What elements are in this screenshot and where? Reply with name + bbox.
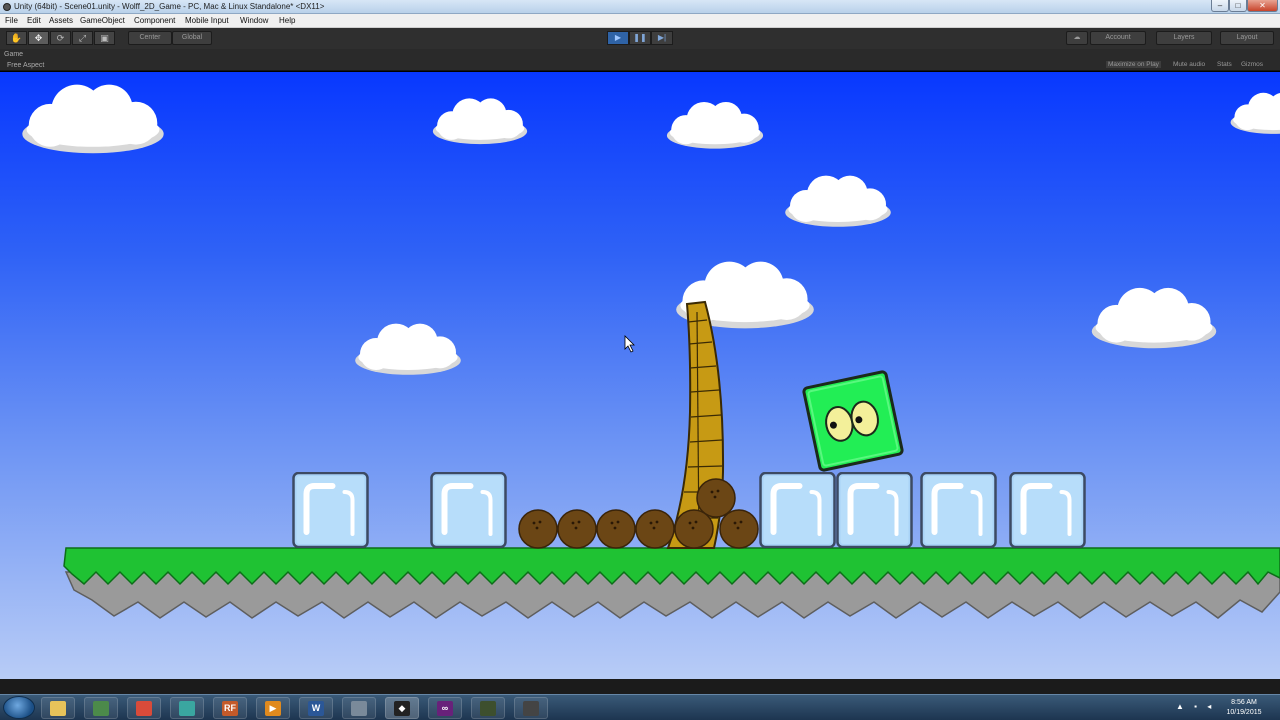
coconut: [557, 509, 597, 549]
gizmos-dropdown[interactable]: Gizmos: [1241, 61, 1263, 68]
windows-taskbar: RF ▶ W ◆ ∞ ▲ ▪ ◂ 8:56 AM 10/19/2015: [0, 694, 1280, 720]
menu-window[interactable]: Window: [240, 16, 268, 25]
editor-toolbar: ✋ ✥ ⟳ ⤢ ▣ Center Global ▶ ❚❚ ▶| ☁ Accoun…: [0, 28, 1280, 49]
stats-toggle[interactable]: Stats: [1217, 61, 1232, 68]
menu-file[interactable]: File: [5, 16, 18, 25]
game-view-header: Game Free Aspect Maximize on Play Mute a…: [0, 49, 1280, 71]
system-tray[interactable]: ▲ ▪ ◂: [1176, 702, 1215, 711]
taskbar-media-icon[interactable]: ▶: [256, 697, 290, 719]
editor-bottom-strip: [0, 679, 1280, 694]
pivot-toggle[interactable]: Center: [128, 31, 172, 45]
coconut: [696, 478, 736, 518]
menu-help[interactable]: Help: [279, 16, 295, 25]
taskbar-explorer-icon[interactable]: [41, 697, 75, 719]
taskbar-chrome-glyph: [136, 701, 152, 717]
taskbar-app-a-icon[interactable]: [471, 697, 505, 719]
ice-block: [294, 473, 368, 547]
layers-dropdown[interactable]: Layers: [1156, 31, 1212, 45]
window-title-bar: Unity (64bit) - Scene01.unity - Wolff_2D…: [0, 0, 1280, 14]
menu-mobile-input[interactable]: Mobile Input: [185, 16, 229, 25]
hand-tool-icon[interactable]: ✋: [6, 31, 27, 45]
menu-edit[interactable]: Edit: [27, 16, 41, 25]
taskbar-unity-glyph: ◆: [394, 701, 410, 717]
mouse-cursor-icon: [624, 335, 635, 353]
cloud-sprite: [22, 84, 164, 154]
taskbar-explorer-glyph: [50, 701, 66, 717]
taskbar-visual-studio-glyph: ∞: [437, 701, 453, 717]
mute-audio-toggle[interactable]: Mute audio: [1173, 61, 1205, 68]
taskbar-word-icon[interactable]: W: [299, 697, 333, 719]
taskbar-chrome-icon[interactable]: [127, 697, 161, 719]
aspect-dropdown[interactable]: Free Aspect: [7, 62, 44, 69]
taskbar-visual-studio-icon[interactable]: ∞: [428, 697, 462, 719]
cloud-sprite: [355, 323, 461, 375]
taskbar-app-a-glyph: [480, 701, 496, 717]
pause-button[interactable]: ❚❚: [629, 31, 651, 45]
rotate-tool-icon[interactable]: ⟳: [50, 31, 71, 45]
close-button[interactable]: ✕: [1247, 0, 1278, 12]
menu-component[interactable]: Component: [134, 16, 175, 25]
unity-app-icon: [3, 3, 11, 11]
cloud-sprite: [1091, 287, 1217, 349]
ice-block: [922, 473, 996, 547]
ice-block: [432, 473, 506, 547]
taskbar-clock[interactable]: 8:56 AM 10/19/2015: [1220, 698, 1268, 718]
ice-block: [838, 473, 912, 547]
taskbar-maya-glyph: [179, 701, 195, 717]
clock-time: 8:56 AM: [1231, 699, 1257, 706]
taskbar-monitor-glyph: [93, 701, 109, 717]
taskbar-tool-glyph: [351, 701, 367, 717]
maximize-button[interactable]: □: [1229, 0, 1247, 12]
coconut: [596, 509, 636, 549]
taskbar-rf-glyph: RF: [222, 701, 238, 717]
coconut: [719, 509, 759, 549]
taskbar-monitor-icon[interactable]: [84, 697, 118, 719]
tab-game[interactable]: Game: [4, 51, 23, 58]
cloud-sprite: [432, 98, 528, 145]
ice-block: [1011, 473, 1085, 547]
cloud-sprite: [785, 175, 891, 227]
move-tool-icon[interactable]: ✥: [28, 31, 49, 45]
taskbar-unity-icon[interactable]: ◆: [385, 697, 419, 719]
minimize-button[interactable]: –: [1211, 0, 1229, 12]
start-button-icon[interactable]: [3, 696, 35, 719]
taskbar-app-b-icon[interactable]: [514, 697, 548, 719]
maximize-on-play-toggle[interactable]: Maximize on Play: [1106, 61, 1161, 68]
layout-dropdown[interactable]: Layout: [1220, 31, 1274, 45]
player-green-square: [802, 370, 904, 472]
taskbar-media-glyph: ▶: [265, 701, 281, 717]
clock-date: 10/19/2015: [1226, 709, 1262, 716]
game-viewport[interactable]: [0, 72, 1280, 679]
menu-gameobject[interactable]: GameObject: [80, 16, 125, 25]
taskbar-rf-icon[interactable]: RF: [213, 697, 247, 719]
cloud-sprite: [1230, 92, 1280, 134]
taskbar-word-glyph: W: [308, 701, 324, 717]
menu-assets[interactable]: Assets: [49, 16, 73, 25]
window-title: Unity (64bit) - Scene01.unity - Wolff_2D…: [14, 2, 325, 11]
cloud-icon[interactable]: ☁: [1066, 31, 1088, 45]
game-scene-graphics: [22, 84, 1280, 619]
menu-bar: File Edit Assets GameObject Component Mo…: [0, 14, 1280, 28]
scale-tool-icon[interactable]: ⤢: [72, 31, 93, 45]
taskbar-app-b-glyph: [523, 701, 539, 717]
ice-block: [761, 473, 835, 547]
rect-tool-icon[interactable]: ▣: [94, 31, 115, 45]
space-toggle[interactable]: Global: [172, 31, 212, 45]
coconut: [635, 509, 675, 549]
cloud-sprite: [666, 101, 764, 149]
taskbar-maya-icon[interactable]: [170, 697, 204, 719]
taskbar-tool-icon[interactable]: [342, 697, 376, 719]
coconut: [518, 509, 558, 549]
step-button[interactable]: ▶|: [651, 31, 673, 45]
account-dropdown[interactable]: Account: [1090, 31, 1146, 45]
play-button[interactable]: ▶: [607, 31, 629, 45]
